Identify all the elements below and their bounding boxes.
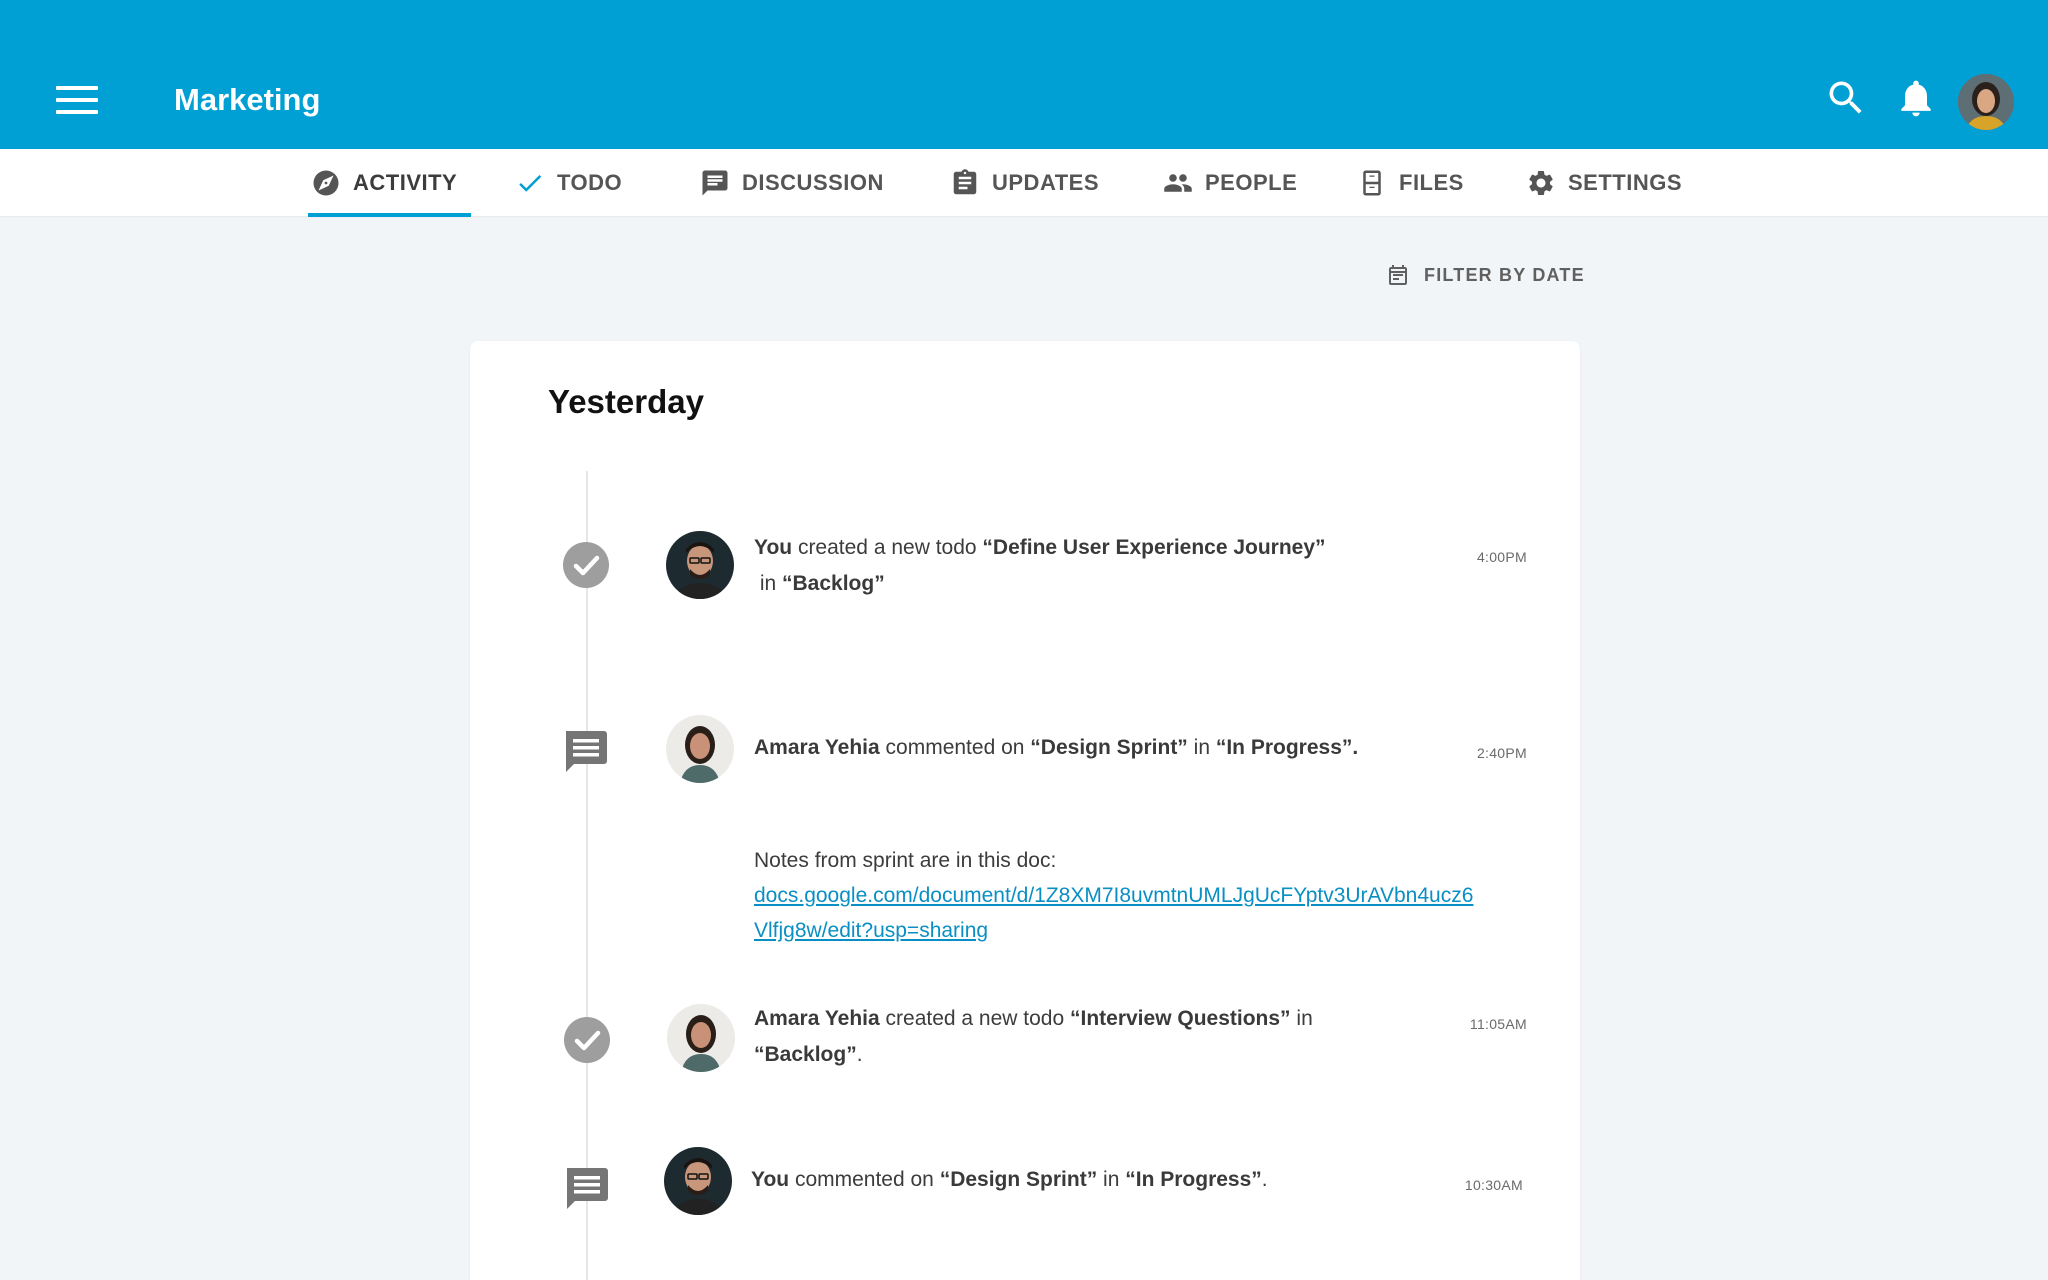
compass-icon [313,170,339,195]
check-icon [519,174,542,192]
action-text: created a new todo [792,536,983,559]
tab-label: PEOPLE [1205,169,1298,195]
action-text: created a new todo [879,1007,1070,1030]
item-name[interactable]: “Define User Experience Journey” [982,536,1325,559]
comment-icon [562,727,610,775]
activity-text: Amara Yehia created a new todo “Intervie… [754,1001,1354,1073]
location-name[interactable]: “In Progress”. [1216,736,1358,759]
tab-files[interactable]: FILES [1357,149,1464,216]
location-name[interactable]: “Backlog” [782,572,885,595]
tab-label: FILES [1399,169,1464,195]
search-icon[interactable] [1824,76,1868,120]
location-name[interactable]: “Backlog” [754,1043,857,1066]
tab-updates[interactable]: UPDATES [950,149,1099,216]
avatar[interactable] [667,1004,735,1072]
activity-text: Amara Yehia commented on “Design Sprint”… [754,730,1454,766]
actor-name[interactable]: Amara Yehia [754,1007,880,1030]
timestamp: 2:40PM [1476,745,1527,761]
timestamp: 10:30AM [1464,1177,1523,1193]
location-name[interactable]: “In Progress” [1125,1168,1262,1191]
app-title: Marketing [174,82,321,117]
tab-label: SETTINGS [1568,169,1683,195]
menu-bar [56,110,98,114]
people-icon [1164,173,1192,192]
menu-bar [56,98,98,102]
suffix-text: . [1261,1168,1268,1191]
comment-text: Notes from sprint are in this doc: [754,849,1057,872]
avatar[interactable] [666,531,734,599]
actor-name[interactable]: You [751,1168,789,1191]
bell-icon[interactable] [1894,76,1938,120]
filter-by-date-button[interactable]: FILTER BY DATE [1386,262,1585,288]
actor-name[interactable]: You [754,536,792,559]
suffix-text: . [856,1043,863,1066]
menu-bar [56,86,98,90]
actor-name[interactable]: Amara Yehia [754,736,880,759]
gear-icon [1529,170,1553,195]
app-header: Marketing [0,0,2048,149]
calendar-icon [1389,265,1407,285]
hamburger-menu-button[interactable] [52,80,102,120]
action-text: commented on [789,1168,940,1191]
timestamp: 4:00PM [1476,549,1527,565]
tab-label: DISCUSSION [742,169,884,195]
active-tab-indicator [308,213,471,217]
preposition-text: in [1097,1168,1126,1191]
activity-text: You created a new todo “Define User Expe… [754,530,1354,602]
tab-settings[interactable]: SETTINGS [1526,149,1682,216]
comment-icon [563,1164,611,1212]
activity-text: You commented on “Design Sprint” in “In … [751,1162,1451,1198]
tab-todo[interactable]: TODO [515,149,622,216]
tab-label: ACTIVITY [353,169,458,195]
timeline-line [586,471,588,1280]
filter-label: FILTER BY DATE [1424,264,1585,285]
comment-link[interactable]: docs.google.com/document/d/1Z8XM7I8uvmtn… [754,884,1473,942]
timestamp: 11:05AM [1469,1016,1527,1032]
item-name[interactable]: “Design Sprint” [940,1168,1098,1191]
avatar[interactable] [664,1147,732,1215]
preposition-text: in [1187,736,1216,759]
tab-discussion[interactable]: DISCUSSION [700,149,884,216]
tab-people[interactable]: PEOPLE [1163,149,1297,216]
item-name[interactable]: “Design Sprint” [1030,736,1188,759]
section-title: Yesterday [548,383,704,420]
file-cabinet-icon [1363,170,1381,195]
tab-bar: ACTIVITY TODO DISCUSSION UPDATES PEOPLE … [0,149,2048,216]
preposition-text: in [754,572,783,595]
todo-check-icon [563,1016,611,1064]
chat-icon [702,170,728,195]
user-avatar[interactable] [1958,74,2014,130]
item-name[interactable]: “Interview Questions” [1070,1007,1291,1030]
preposition-text: in [1290,1007,1319,1030]
activity-feed-card: Yesterday You created a new todo “Define… [470,341,1580,1280]
avatar[interactable] [666,715,734,783]
comment-body: Notes from sprint are in this doc: docs.… [754,843,1474,948]
tab-label: UPDATES [992,169,1099,195]
clipboard-icon [953,168,977,194]
tab-activity[interactable]: ACTIVITY [311,149,457,216]
todo-check-icon [562,541,610,589]
action-text: commented on [879,736,1031,759]
tab-label: TODO [557,169,623,195]
